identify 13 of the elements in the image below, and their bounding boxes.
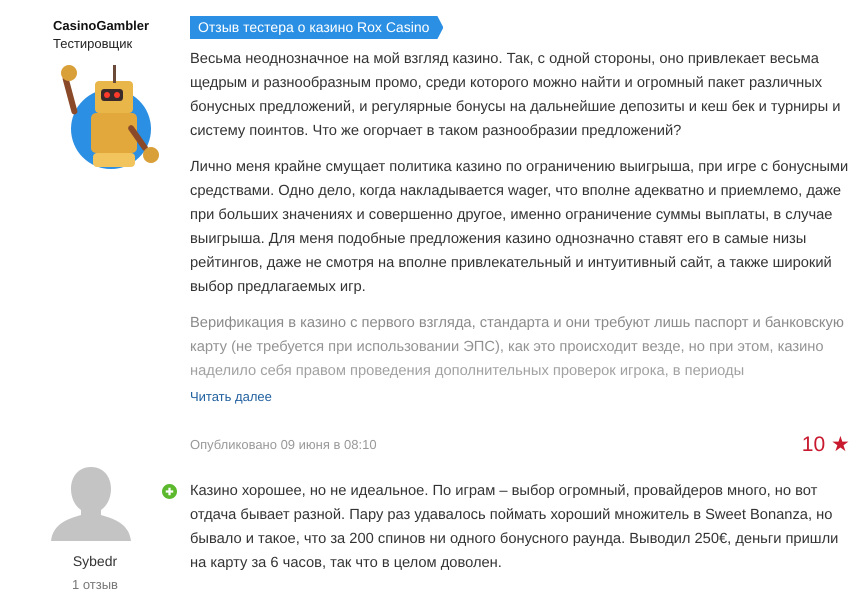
read-more-link[interactable]: Читать далее — [190, 389, 272, 404]
rating-score: 10 ★ — [802, 432, 850, 457]
review-paragraph: Лично меня крайне смущает политика казино по ограничению выигрыша, при игре с бонусными средствами. Одно дело, когда накладывается wager, что вполне адекватно и приемлемо, даже при больших значениях и совершенно другое, именно ограничение суммы выплаты, в случае выигрыша. Для меня подобные предложения казино однозначно ставят его в самые низы рейтингов, даже не смотря на вполне привлекательный и интуитивный сайт, а также широкий выбор предлагаемых игр. — [190, 158, 850, 297]
user-name: CasinoGambler — [53, 18, 150, 33]
review-count: 1 отзыв — [72, 577, 118, 592]
comment-author: Sybedr — [72, 553, 118, 569]
review-paragraph: Весьма неоднозначное на мой взгляд казино. Так, с одной стороны, оно привлекает весьма щедрым и разнообразным промо, среди которого можно найти и огромный пакет различных бонусных предложений, и регулярные бонусы на дальнейшие депозиты и кеш бек и турниры и систему поинтов. Что же огорчает в таком разнообразии предложений? — [190, 50, 842, 141]
comment-text: Казино хорошее, но не идеальное. По играм – выбор огромный, провайдеров много, но вот отдача бывает разной. Пару раз удавалось поймать хороший множитель в Sweet Bonanza, но бывало и такое, что за 200 спинов ни одного бонусного раунда. Выводил 250€, деньги пришли на карту за 6 часов, так что в целом доволен. — [190, 479, 855, 592]
user-role: Тестировщик — [53, 36, 132, 51]
user-avatar-icon — [49, 465, 133, 541]
review-paragraph: Верификация в казино с первого взгляда, стандарта и они требуют лишь паспорт и банковскую карту (не требуется при использовании ЭПС), как это происходит везде, но при этом, казино наделило себя правом проведения дополнительных проверок игрока, в периоды — [190, 314, 845, 381]
published-date: Опубликовано 09 июня в 08:10 — [190, 437, 377, 452]
review-badge: Отзыв тестера о казино Rox Casino — [190, 16, 444, 39]
